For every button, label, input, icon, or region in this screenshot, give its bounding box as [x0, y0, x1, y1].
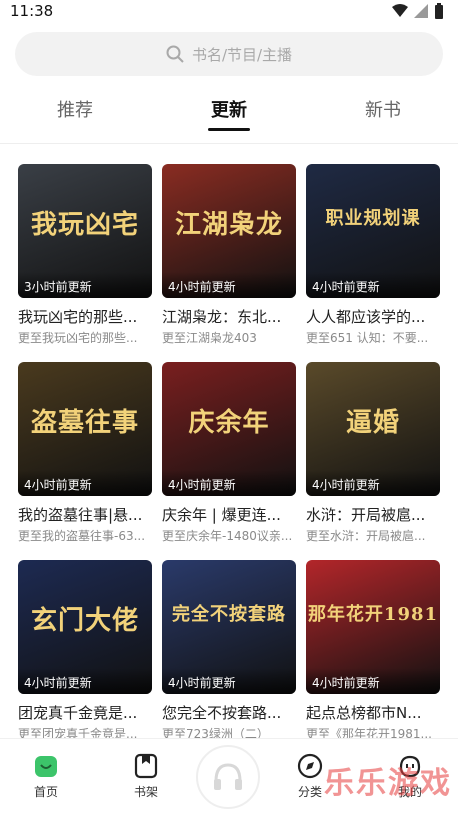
book-cover-title: 江湖枭龙	[174, 210, 283, 240]
book-card[interactable]: 完全不按套路 4小时前更新 您完全不按套路... 更至723绿洲（二）	[162, 560, 296, 742]
tab-bar: 推荐 更新 新书	[0, 84, 458, 144]
book-title[interactable]: 起点总榜都市N...	[306, 702, 440, 723]
status-bar: 11:38	[0, 0, 458, 22]
book-card[interactable]: 逼婚 4小时前更新水浒：开局被扈... 更至水浒：开局被扈...	[306, 362, 440, 544]
book-card[interactable]: 那年花开1981 4小时前更新 起点总榜都市N... 更至《那年花开1981...	[306, 560, 440, 742]
book-title[interactable]: 人人都应该学的...	[306, 306, 440, 327]
nav-home[interactable]: 首页	[16, 753, 76, 800]
book-card[interactable]: 玄门大佬 4小时前更新 团宠真千金竟是... 更至团宠真千金竟是...	[18, 560, 152, 742]
book-title[interactable]: 团宠真千金竟是...	[18, 702, 152, 723]
update-badge: 4小时前更新	[18, 470, 152, 496]
book-cover[interactable]: 江湖枭龙 4小时前更新	[162, 164, 296, 298]
bookshelf-icon	[134, 753, 158, 779]
book-card[interactable]: 江湖枭龙 4小时前更新江湖枭龙：东北... 更至江湖枭龙403	[162, 164, 296, 346]
book-latest-episode: 更至651 认知：不要...	[306, 331, 429, 345]
signal-icon	[414, 4, 428, 18]
book-title[interactable]: 我的盗墓往事|悬...	[18, 504, 152, 525]
active-tab-indicator	[208, 128, 250, 131]
home-icon	[35, 756, 57, 777]
search-placeholder: 书名/节目/主播	[191, 45, 293, 64]
book-cover[interactable]: 盗墓往事 4小时前更新	[18, 362, 152, 496]
book-cover-title: 我玩凶宅	[30, 210, 139, 240]
book-cover[interactable]: 我玩凶宅 3小时前更新	[18, 164, 152, 298]
search-bar[interactable]: 书名/节目/主播	[15, 32, 443, 76]
headphones-icon	[214, 763, 242, 790]
book-latest-episode: 更至江湖枭龙403	[162, 331, 257, 345]
book-cover-title: 玄门大佬	[30, 606, 139, 636]
book-title[interactable]: 水浒：开局被扈...	[306, 504, 440, 525]
book-latest-episode: 更至我的盗墓往事-63...	[18, 529, 146, 543]
book-cover-title: 职业规划课	[325, 208, 421, 229]
book-cover[interactable]: 那年花开1981 4小时前更新	[306, 560, 440, 694]
nav-bookshelf-label: 书架	[133, 785, 158, 799]
book-title[interactable]: 您完全不按套路...	[162, 702, 296, 723]
wifi-icon	[392, 4, 408, 17]
bottom-nav: 首页 书架 分类 我的 乐乐游戏	[0, 738, 458, 820]
book-latest-episode: 更至庆余年-1480议亲...	[162, 529, 293, 543]
nav-categories-label: 分类	[297, 785, 322, 799]
update-badge: 4小时前更新	[306, 470, 440, 496]
book-cover-title: 逼婚	[345, 408, 400, 438]
book-cover[interactable]: 完全不按套路 4小时前更新	[162, 560, 296, 694]
nav-home-label: 首页	[33, 785, 58, 799]
update-badge: 4小时前更新	[306, 668, 440, 694]
status-time: 11:38	[10, 2, 54, 20]
book-card[interactable]: 盗墓往事 4小时前更新我的盗墓往事|悬... 更至我的盗墓往事-63...	[18, 362, 152, 544]
watermark: 乐乐游戏	[324, 766, 452, 801]
update-badge: 4小时前更新	[162, 272, 296, 298]
book-cover[interactable]: 逼婚 4小时前更新	[306, 362, 440, 496]
book-cover[interactable]: 职业规划课 4小时前更新	[306, 164, 440, 298]
search-icon	[166, 45, 184, 63]
book-title[interactable]: 江湖枭龙：东北...	[162, 306, 296, 327]
book-latest-episode: 更至我玩凶宅的那些...	[18, 331, 138, 345]
update-badge: 4小时前更新	[306, 272, 440, 298]
book-card[interactable]: 庆余年 4小时前更新庆余年 | 爆更连... 更至庆余年-1480议亲...	[162, 362, 296, 544]
book-cover-title: 完全不按套路	[172, 604, 286, 625]
update-badge: 4小时前更新	[162, 470, 296, 496]
tab-new-books[interactable]: 新书	[338, 96, 428, 122]
tab-updates[interactable]: 更新	[184, 96, 274, 122]
book-cover[interactable]: 玄门大佬 4小时前更新	[18, 560, 152, 694]
player-button[interactable]	[196, 745, 260, 809]
update-badge: 4小时前更新	[162, 668, 296, 694]
book-cover-title: 庆余年	[188, 408, 270, 438]
update-badge: 4小时前更新	[18, 668, 152, 694]
book-cover-title: 那年花开1981	[307, 604, 439, 625]
book-cover[interactable]: 庆余年 4小时前更新	[162, 362, 296, 496]
compass-icon	[297, 753, 323, 779]
book-grid: 我玩凶宅 3小时前更新我玩凶宅的那些... 更至我玩凶宅的那些... 江湖枭龙 4小时前…	[0, 144, 458, 744]
book-cover-title: 盗墓往事	[30, 408, 139, 438]
tab-recommend[interactable]: 推荐	[30, 96, 120, 122]
book-title[interactable]: 我玩凶宅的那些...	[18, 306, 152, 327]
update-badge: 3小时前更新	[18, 272, 152, 298]
battery-icon	[435, 3, 443, 19]
book-card[interactable]: 我玩凶宅 3小时前更新我玩凶宅的那些... 更至我玩凶宅的那些...	[18, 164, 152, 346]
book-card[interactable]: 职业规划课 4小时前更新人人都应该学的... 更至651 认知：不要...	[306, 164, 440, 346]
book-title[interactable]: 庆余年 | 爆更连...	[162, 504, 296, 525]
nav-bookshelf[interactable]: 书架	[116, 753, 176, 800]
book-latest-episode: 更至水浒：开局被扈...	[306, 529, 426, 543]
